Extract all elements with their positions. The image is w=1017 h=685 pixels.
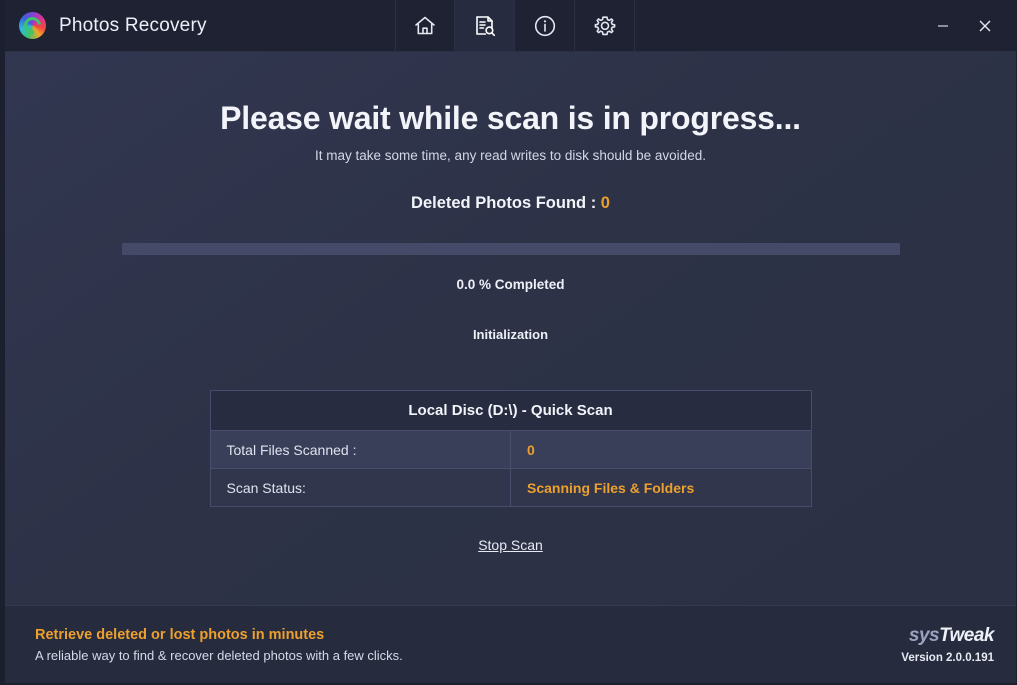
deleted-photos-found-count: 0: [600, 194, 610, 212]
table-row: Scan Status: Scanning Files & Folders: [209, 468, 812, 507]
app-title: Photos Recovery: [59, 14, 207, 36]
scan-progress-bar: [121, 243, 900, 255]
progress-percent-label: 0.0 % Completed: [456, 277, 565, 292]
footer-bar: Retrieve deleted or lost photos in minut…: [5, 605, 1016, 683]
page-subtitle: It may take some time, any read writes t…: [315, 148, 706, 163]
footer-tagline-group: Retrieve deleted or lost photos in minut…: [35, 627, 403, 663]
systweak-logo-part1: sys: [908, 624, 940, 646]
table-header-row: Local Disc (D:\) - Quick Scan: [209, 390, 812, 431]
app-brand: Photos Recovery: [5, 0, 395, 51]
gear-icon: [592, 13, 618, 39]
toolbar-settings-button[interactable]: [575, 0, 635, 51]
scan-status-table: Local Disc (D:\) - Quick Scan Total File…: [209, 390, 812, 507]
toolbar-info-button[interactable]: [515, 0, 575, 51]
document-search-icon: [472, 13, 498, 39]
systweak-logo-part2: Tweak: [939, 624, 994, 646]
scan-phase-label: Initialization: [472, 327, 549, 342]
minimize-button[interactable]: [926, 9, 960, 43]
info-icon: [532, 13, 558, 39]
systweak-logo: sysTweak: [901, 624, 995, 646]
titlebar-spacer: [635, 0, 926, 51]
toolbar-scan-button[interactable]: [455, 0, 515, 51]
title-bar: Photos Recovery: [5, 0, 1016, 52]
close-button[interactable]: [968, 9, 1002, 43]
home-icon: [412, 13, 438, 39]
scan-status-value: Scanning Files & Folders: [510, 468, 812, 507]
photos-recovery-logo-icon: [19, 12, 46, 39]
stop-scan-link[interactable]: Stop Scan: [478, 537, 543, 553]
scan-status-label: Scan Status:: [209, 468, 511, 507]
scan-progress-panel: Please wait while scan is in progress...…: [5, 52, 1016, 605]
application-window: WWW.WEIDOWN.COM WWW.WEIDOWN.COM WWW.WEID…: [0, 0, 1017, 685]
deleted-photos-found-label: Deleted Photos Found :: [411, 194, 601, 212]
total-files-scanned-label: Total Files Scanned :: [209, 430, 511, 469]
main-toolbar: [395, 0, 635, 51]
table-row: Total Files Scanned : 0: [209, 430, 812, 469]
page-title: Please wait while scan is in progress...: [220, 100, 801, 136]
footer-brand-group: sysTweak Version 2.0.0.191: [901, 626, 994, 664]
footer-tagline: Retrieve deleted or lost photos in minut…: [35, 626, 325, 643]
total-files-scanned-value: 0: [510, 430, 812, 469]
window-controls: [926, 0, 1016, 51]
footer-subtagline: A reliable way to find & recover deleted…: [35, 647, 403, 663]
scan-target-header: Local Disc (D:\) - Quick Scan: [209, 390, 812, 431]
toolbar-home-button[interactable]: [395, 0, 455, 51]
version-label: Version 2.0.0.191: [901, 651, 994, 664]
deleted-photos-found: Deleted Photos Found : 0: [411, 194, 610, 213]
